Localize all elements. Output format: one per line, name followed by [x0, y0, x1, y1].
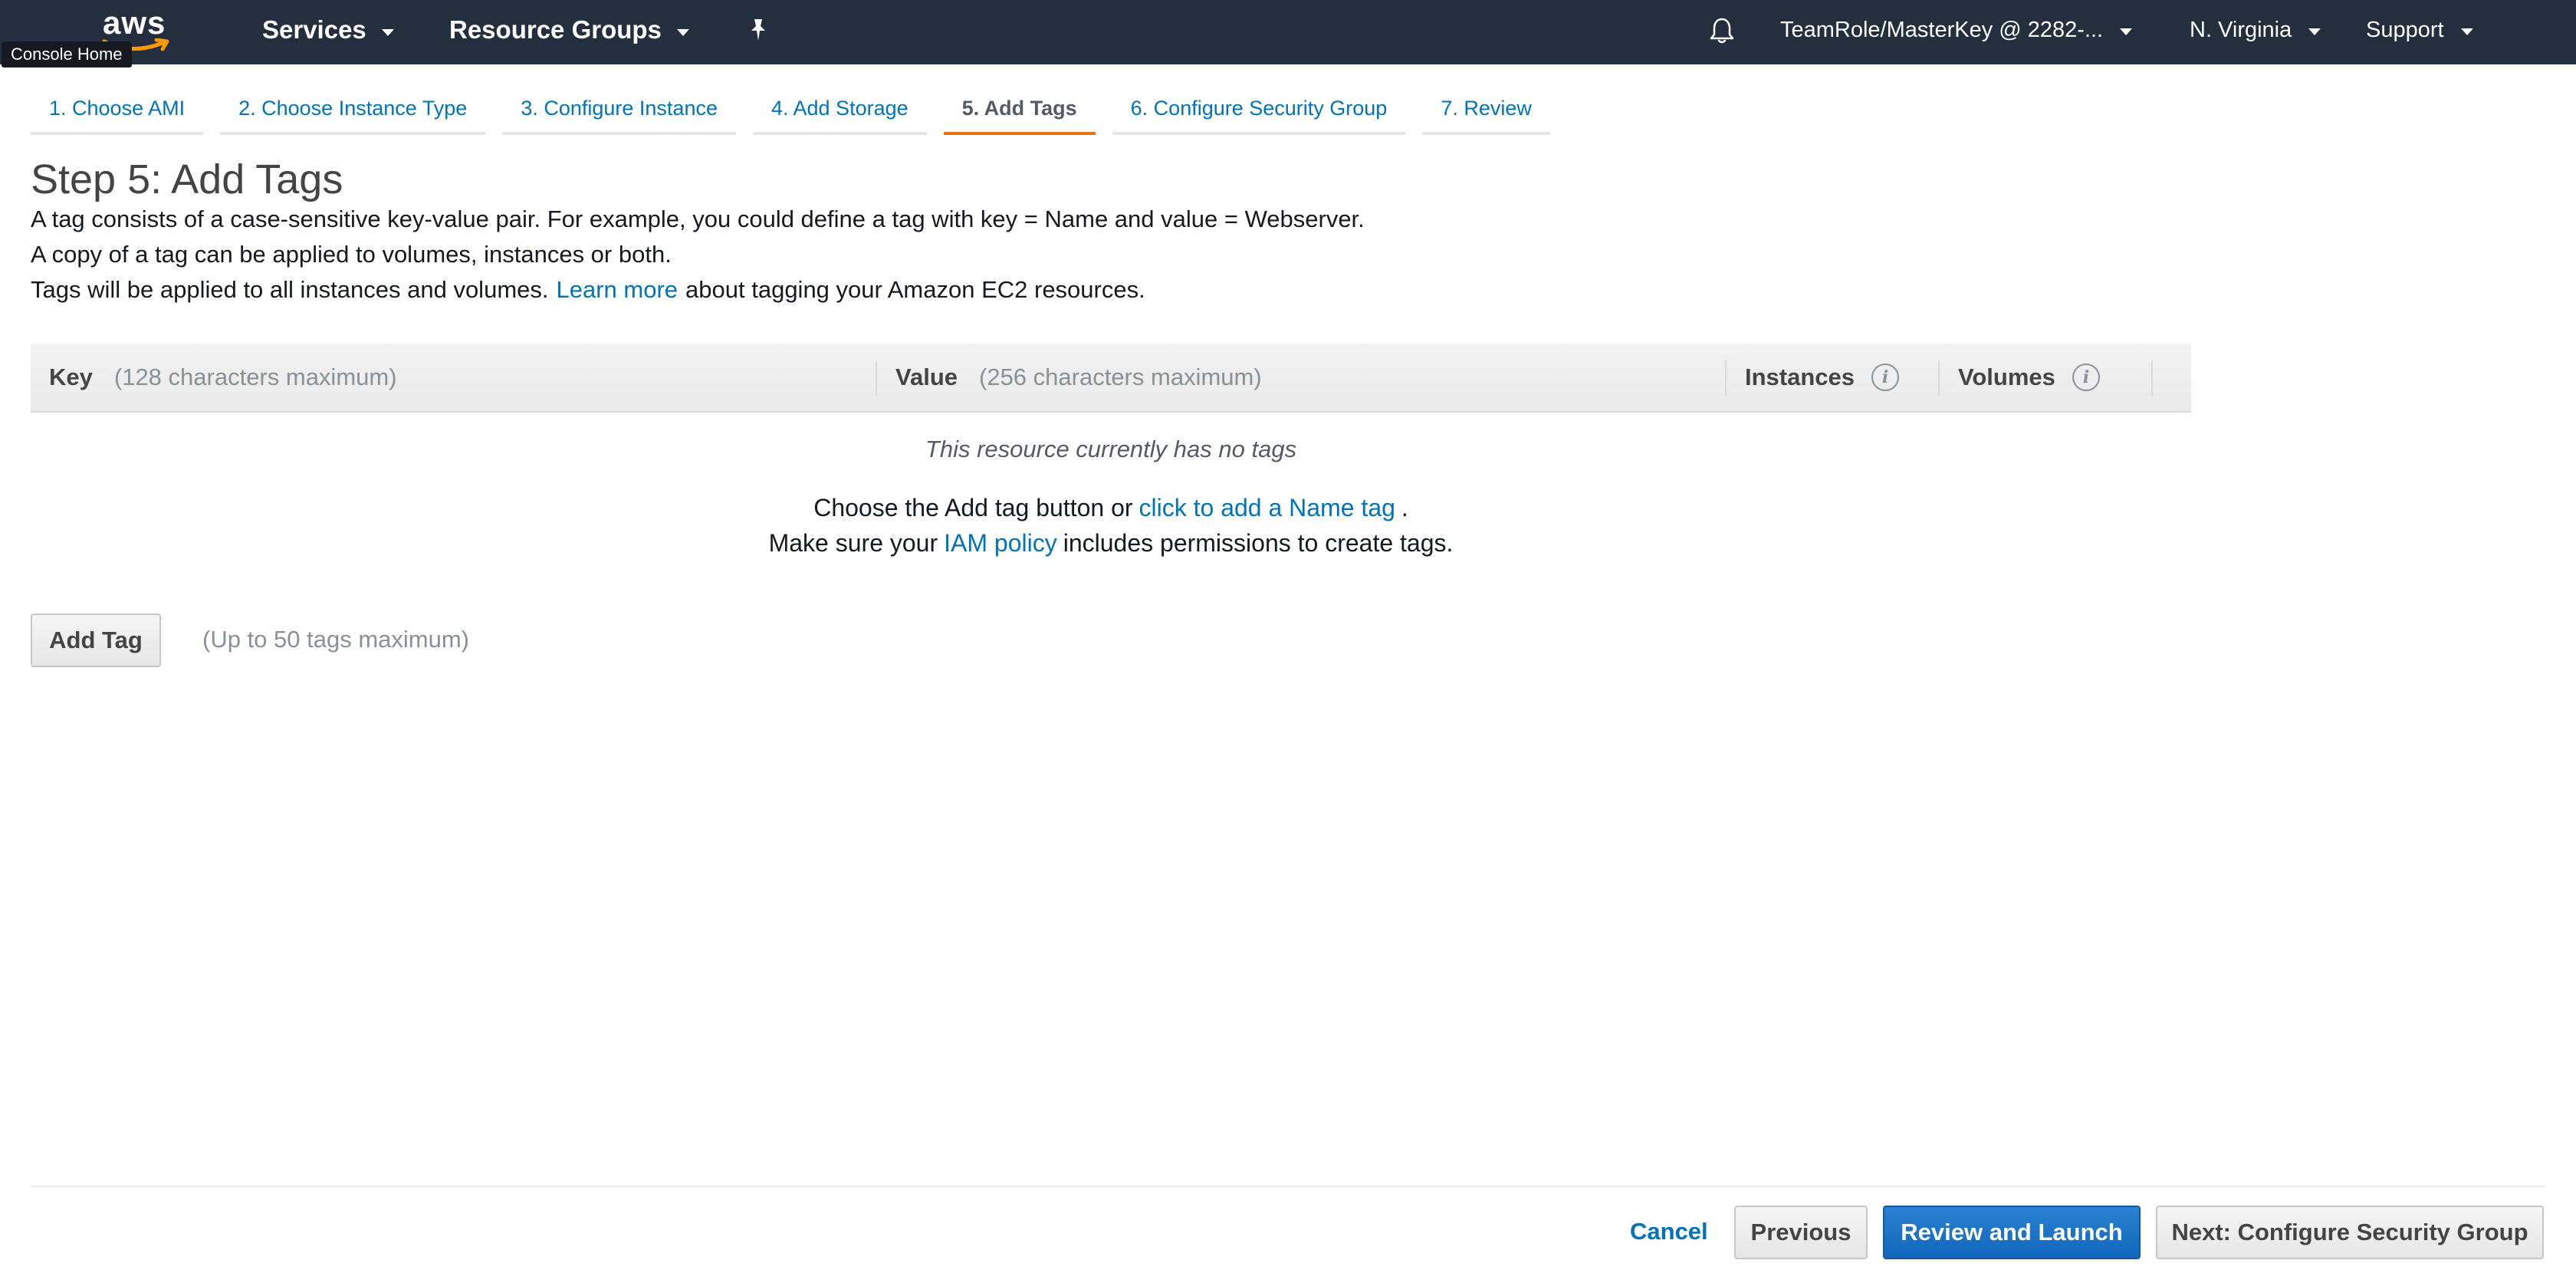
description-text: about tagging your Amazon EC2 resources.: [685, 276, 1145, 303]
review-and-launch-button[interactable]: Review and Launch: [1883, 1206, 2141, 1259]
iam-policy-help-line: Make sure your IAM policy includes permiss…: [31, 529, 2191, 558]
tab-choose-instance-type[interactable]: 2. Choose Instance Type: [220, 92, 486, 135]
volumes-column-label: Volumes: [1958, 364, 2055, 390]
tab-add-tags[interactable]: 5. Add Tags: [943, 92, 1096, 135]
footer-divider: [31, 1186, 2545, 1187]
chevron-down-icon: [2308, 28, 2321, 35]
add-tag-button[interactable]: Add Tag: [31, 614, 161, 667]
description-line-3: Tags will be applied to all instances an…: [31, 275, 1145, 305]
aws-logo-text: aws: [103, 5, 166, 41]
help-text: Choose the Add tag button or: [813, 494, 1133, 521]
resource-groups-label: Resource Groups: [449, 15, 662, 44]
key-column-label: Key: [49, 364, 93, 390]
max-tags-hint: (Up to 50 tags maximum): [202, 626, 469, 653]
info-icon[interactable]: i: [1871, 364, 1900, 391]
column-divider: [876, 360, 877, 396]
bell-icon[interactable]: [1707, 15, 1737, 46]
description-text: Tags will be applied to all instances an…: [31, 276, 549, 303]
resource-groups-menu[interactable]: Resource Groups: [449, 0, 689, 60]
page-title: Step 5: Add Tags: [31, 156, 343, 202]
support-label: Support: [2366, 17, 2444, 42]
account-label: TeamRole/MasterKey @ 2282-...: [1780, 17, 2104, 42]
previous-button[interactable]: Previous: [1734, 1206, 1868, 1259]
help-text: includes permissions to create tags.: [1063, 529, 1454, 557]
value-column-header: Value (256 characters maximum): [895, 344, 1262, 411]
top-navigation-bar: aws Console Home Services Resource Group…: [0, 0, 2576, 67]
tag-table-header: Key (128 characters maximum) Value (256 …: [31, 344, 2191, 413]
column-divider: [1938, 360, 1940, 396]
tab-choose-ami[interactable]: 1. Choose AMI: [31, 92, 204, 135]
key-column-hint: (128 characters maximum): [113, 364, 397, 390]
learn-more-link[interactable]: Learn more: [557, 276, 678, 303]
chevron-down-icon: [2460, 28, 2473, 35]
column-divider: [2151, 360, 2153, 396]
tab-review[interactable]: 7. Review: [1422, 92, 1550, 135]
region-label: N. Virginia: [2190, 17, 2292, 42]
support-menu[interactable]: Support: [2366, 0, 2473, 60]
instances-column-header: Instances i: [1745, 344, 1900, 411]
value-column-hint: (256 characters maximum): [979, 364, 1262, 390]
key-column-header: Key (128 characters maximum): [49, 344, 397, 411]
chevron-down-icon: [381, 28, 394, 36]
info-icon[interactable]: i: [2072, 364, 2100, 391]
tab-configure-instance[interactable]: 3. Configure Instance: [502, 92, 736, 135]
value-column-label: Value: [895, 364, 958, 390]
help-text: .: [1401, 494, 1408, 521]
chevron-down-icon: [676, 28, 689, 36]
column-divider: [1725, 360, 1727, 396]
chevron-down-icon: [2120, 28, 2133, 35]
empty-tags-message: This resource currently has no tags: [925, 436, 1297, 462]
description-line-2: A copy of a tag can be applied to volume…: [31, 241, 672, 268]
services-label: Services: [262, 15, 366, 44]
cancel-button[interactable]: Cancel: [1630, 1218, 1708, 1245]
services-menu[interactable]: Services: [262, 0, 394, 60]
wizard-steps: 1. Choose AMI 2. Choose Instance Type 3.…: [31, 92, 1567, 135]
instances-column-label: Instances: [1745, 364, 1855, 390]
tab-add-storage[interactable]: 4. Add Storage: [752, 92, 927, 135]
help-text: Make sure your: [768, 529, 938, 557]
add-name-tag-link[interactable]: click to add a Name tag: [1139, 494, 1395, 521]
iam-policy-link[interactable]: IAM policy: [944, 529, 1057, 557]
pin-icon[interactable]: [745, 17, 771, 43]
region-menu[interactable]: N. Virginia: [2190, 0, 2321, 60]
next-configure-security-group-button[interactable]: Next: Configure Security Group: [2156, 1206, 2544, 1259]
volumes-column-header: Volumes i: [1958, 344, 2100, 411]
account-menu[interactable]: TeamRole/MasterKey @ 2282-...: [1780, 0, 2133, 60]
console-home-tooltip: Console Home: [2, 41, 132, 67]
add-tag-help-line: Choose the Add tag button or click to add…: [31, 494, 2191, 522]
description-line-1: A tag consists of a case-sensitive key-v…: [31, 206, 1365, 232]
tab-configure-security-group[interactable]: 6. Configure Security Group: [1112, 92, 1406, 135]
